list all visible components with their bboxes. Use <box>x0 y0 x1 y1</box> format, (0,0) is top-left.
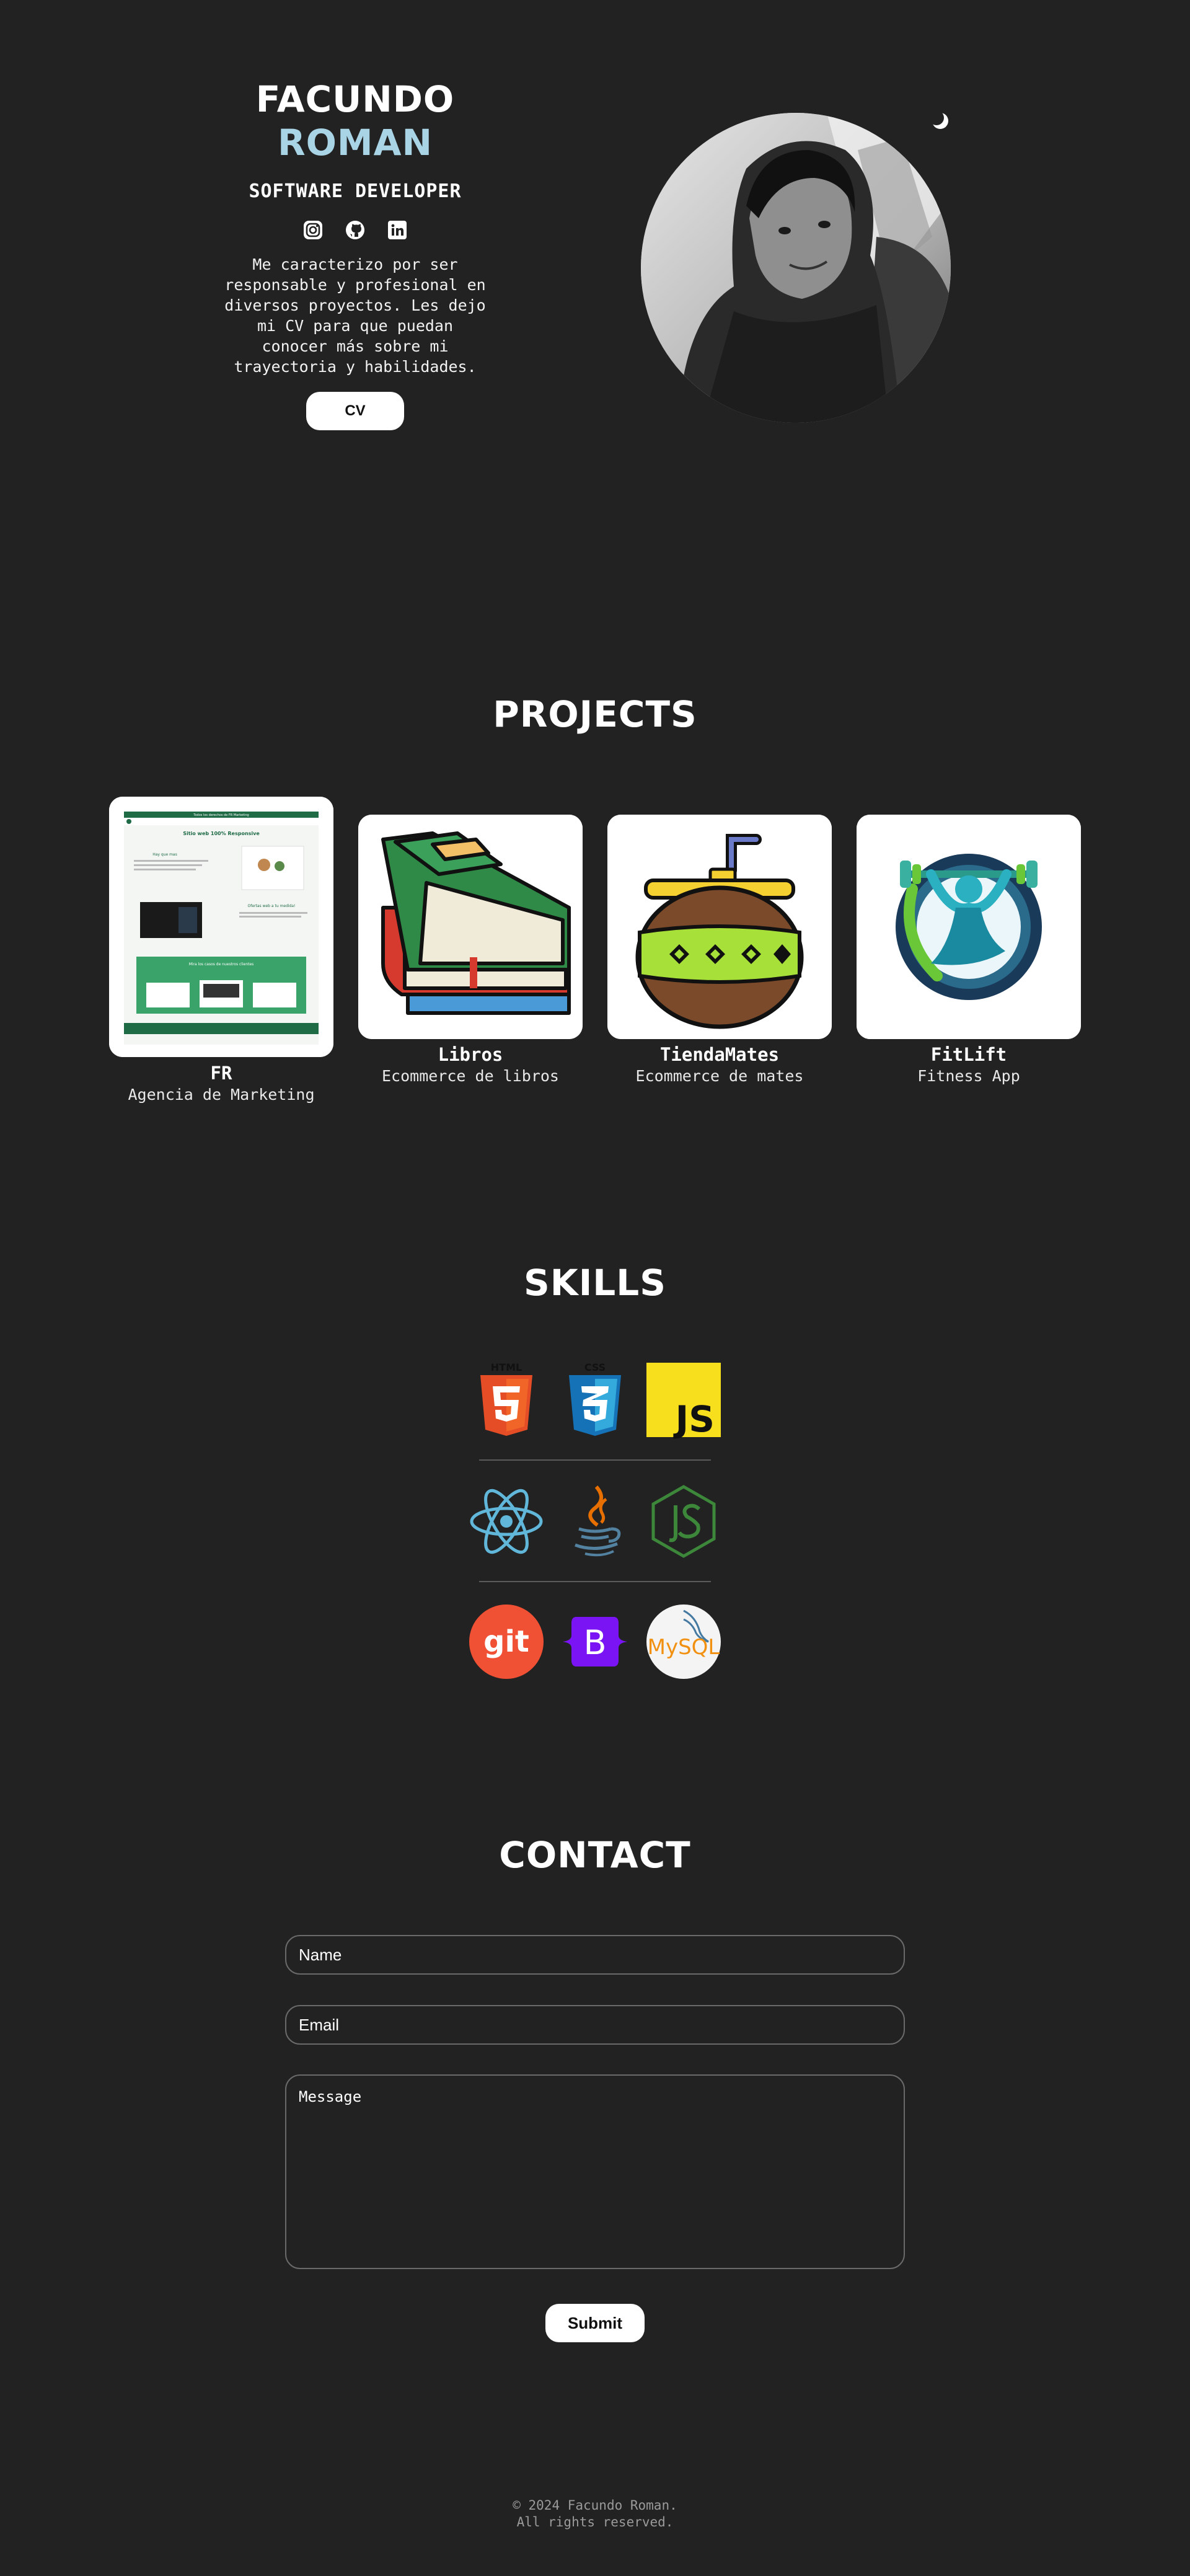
project-title-fr: FR <box>210 1063 232 1084</box>
nodejs-icon <box>646 1484 721 1559</box>
project-card-libros[interactable] <box>358 815 583 1039</box>
bio-text: Me caracterizo por ser responsable y pro… <box>224 255 486 376</box>
fr-preview-offer-title: Ofertas web a tu medida! <box>248 904 296 908</box>
git-label: git <box>483 1624 529 1659</box>
instagram-icon[interactable] <box>302 219 324 241</box>
git-icon: git <box>469 1604 544 1679</box>
name-input[interactable] <box>285 1935 905 1975</box>
html5-icon: HTML <box>469 1363 544 1437</box>
project-desc-libros: Ecommerce de libros <box>382 1067 559 1085</box>
project-card-fitlift[interactable] <box>857 815 1081 1039</box>
linkedin-icon[interactable] <box>387 219 408 241</box>
email-input[interactable] <box>285 2005 905 2045</box>
project-card-tiendamates[interactable] <box>607 815 832 1039</box>
hero-intro: FACUNDO ROMAN SOFTWARE DEVELOPER Me cara… <box>223 77 487 430</box>
project-title-tiendamates: TiendaMates <box>659 1044 780 1065</box>
mysql-icon: MySQL <box>646 1604 721 1679</box>
hero-section: FACUNDO ROMAN SOFTWARE DEVELOPER Me cara… <box>0 0 1190 471</box>
submit-button[interactable]: Submit <box>545 2304 645 2342</box>
fr-preview-cta-title: Mira los casos de nuestros clientes <box>189 962 254 967</box>
last-name: ROMAN <box>277 122 433 164</box>
social-links <box>223 219 487 241</box>
project-desc-tiendamates: Ecommerce de mates <box>635 1067 804 1085</box>
bootstrap-icon: B <box>558 1604 632 1679</box>
rights-text: All rights reserved. <box>516 2515 674 2530</box>
project-card-fr[interactable]: Todos los derechos de FR Marketing Sitio… <box>109 797 333 1057</box>
cv-button[interactable]: CV <box>306 392 404 430</box>
avatar <box>641 113 951 423</box>
fr-preview-banner: Todos los derechos de FR Marketing <box>193 813 249 817</box>
fr-preview-heading: Sitio web 100% Responsive <box>183 831 260 836</box>
github-icon[interactable] <box>345 219 366 241</box>
theme-toggle-moon-icon[interactable] <box>928 109 952 133</box>
projects-heading: PROJECTS <box>493 693 697 735</box>
javascript-icon: JS <box>646 1363 721 1437</box>
message-input[interactable] <box>285 2074 905 2269</box>
first-name: FACUNDO <box>255 78 455 120</box>
copyright-text: © 2024 Facundo Roman. <box>513 2498 677 2513</box>
fr-preview-subheading: Hay que mas <box>152 852 177 857</box>
java-icon <box>558 1484 632 1559</box>
project-desc-fr: Agencia de Marketing <box>128 1086 315 1104</box>
skills-divider <box>479 1581 711 1582</box>
react-icon <box>469 1484 544 1559</box>
js-label: JS <box>675 1398 715 1440</box>
css-label: CSS <box>584 1363 606 1373</box>
css3-icon: CSS <box>558 1363 632 1437</box>
skills-divider <box>479 1459 711 1461</box>
html-label: HTML <box>491 1363 522 1373</box>
project-desc-fitlift: Fitness App <box>917 1067 1020 1085</box>
contact-heading: CONTACT <box>499 1834 691 1876</box>
project-title-fitlift: FitLift <box>930 1044 1007 1065</box>
project-title-libros: Libros <box>438 1044 503 1065</box>
mysql-label: MySQL <box>648 1635 720 1660</box>
skills-heading: SKILLS <box>524 1262 666 1304</box>
role-title: SOFTWARE DEVELOPER <box>249 180 462 202</box>
bootstrap-label: B <box>583 1623 606 1662</box>
footer: © 2024 Facundo Roman. All rights reserve… <box>0 2497 1190 2531</box>
